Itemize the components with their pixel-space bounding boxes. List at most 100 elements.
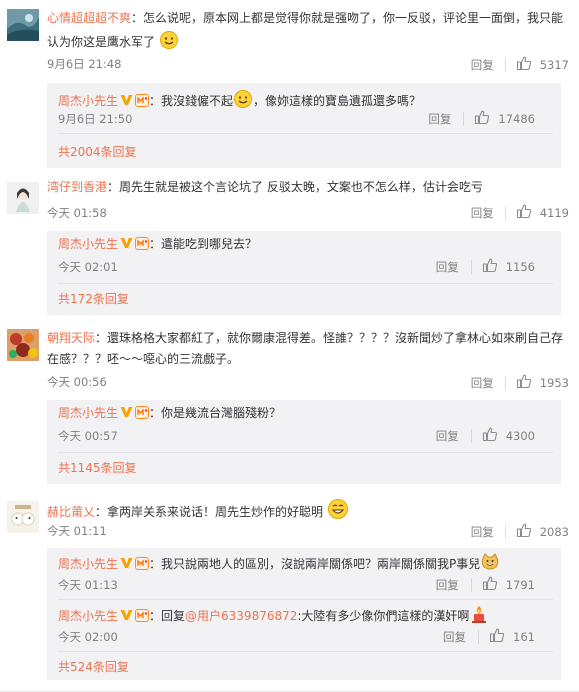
reply-button[interactable]: 回复 [471,205,494,221]
reply-time: 今天 00:57 [58,429,118,443]
divider [470,577,472,592]
grin-emoji-icon [327,498,349,525]
reply-box: 周杰小先生 ：你是幾流台灣腦殘粉？ 今天 00:57 回复 4300 共1145条… [47,400,561,484]
username-link[interactable]: 心情超超超不爽 [47,11,131,25]
mention-link[interactable]: @用户6339876872 [185,609,297,623]
reply-button[interactable]: 回复 [436,428,459,444]
like-count: 1953 [539,375,569,390]
more-replies-link[interactable]: 共524条回复 [58,658,129,675]
comment-text: 朝翔天际：還珠格格大家都紅了，就你爾康混得差。怪誰？？？？沒新聞炒了拿林心如來刷… [47,331,564,345]
like-count: 161 [513,629,535,644]
reply-time: 今天 02:00 [58,630,118,644]
reply-text: 周杰小先生 ：你是幾流台灣腦殘粉？ [58,406,282,420]
divider [504,205,506,220]
like-button[interactable]: 161 [489,627,535,646]
comment-actions: 回复 5317 [471,55,569,74]
reply-time: 今天 02:01 [58,260,118,274]
comment-actions: 回复 2083 [471,522,569,541]
comment-time: 今天 01:11 [47,524,107,538]
doge-emoji-icon [480,552,500,577]
smile-emoji-icon [159,30,179,55]
like-button[interactable]: 17486 [474,109,535,128]
divider [504,375,506,390]
comment-actions: 回复 4119 [471,203,569,222]
avatar[interactable] [7,329,39,361]
thumbs-up-icon [516,373,532,392]
member-badge-icon [135,94,150,107]
divider [504,524,506,539]
thumbs-up-icon [482,575,498,594]
username-link[interactable]: 周杰小先生 [58,609,118,623]
like-button[interactable]: 1791 [482,575,535,594]
divider [58,651,553,652]
comment-time: 今天 00:56 [47,375,107,389]
thumbs-up-icon [516,55,532,74]
thumbs-up-icon [482,257,498,276]
member-badge-icon [135,406,150,419]
divider [504,57,506,72]
avatar[interactable] [7,9,39,41]
verified-v-icon [120,93,133,105]
reply-button[interactable]: 回复 [436,577,459,593]
divider [58,133,553,134]
smile-emoji-icon [233,89,253,114]
comment-time: 9月6日 21:48 [47,57,122,71]
reply-time: 9月6日 21:50 [58,112,133,126]
divider [463,111,465,126]
username-link[interactable]: 朝翔天际 [47,331,95,345]
like-button[interactable]: 2083 [516,522,569,541]
reply-box: 周杰小先生 ：我沒錢僱不起 ，像妳這樣的寶島遺孤還多嗎？ 9月6日 21:50 回复… [47,83,561,168]
reply-text: 周杰小先生 ：我只說兩地人的區別，沒說兩岸關係吧？兩岸關係關我P事兒 [58,552,553,577]
comment-actions: 回复 1953 [471,373,569,392]
reply-actions: 回复 17486 [428,109,535,128]
like-button[interactable]: 4119 [516,203,569,222]
reply-actions: 回复 1791 [436,575,535,594]
reply-button[interactable]: 回复 [471,375,494,391]
reply-actions: 回复 1156 [436,257,535,276]
reply-button[interactable]: 回复 [471,524,494,540]
more-replies-link[interactable]: 共2004条回复 [58,143,137,160]
divider [470,428,472,443]
thumbs-up-icon [516,522,532,541]
reply-button[interactable]: 回复 [443,629,466,645]
member-badge-icon [135,237,150,250]
more-replies-link[interactable]: 共172条回复 [58,290,129,307]
like-count: 4119 [539,205,569,220]
like-count: 17486 [498,111,535,126]
reply-box: 周杰小先生 ：我只說兩地人的區別，沒說兩岸關係吧？兩岸關係關我P事兒 今天 01:… [47,548,561,680]
comment-text: 赫比莆乂：拿两岸关系来说话！周先生炒作的好聪明 [47,498,573,525]
username-link[interactable]: 周杰小先生 [58,94,118,108]
username-link[interactable]: 湾仔到香港 [47,180,107,194]
member-badge-icon [135,609,150,622]
reply-text: 周杰小先生 ：遣能吃到哪兒去？ [58,237,258,251]
divider [58,599,553,600]
like-count: 1156 [505,259,535,274]
like-count: 2083 [539,524,569,539]
comment-time: 今天 01:58 [47,206,107,220]
more-replies-link[interactable]: 共1145条回复 [58,459,137,476]
comment-text-line2: 在感？？？呸～～噁心的三流戲子。 [47,352,240,366]
reply-actions: 回复 161 [443,627,535,646]
username-link[interactable]: 周杰小先生 [58,557,118,571]
reply-button[interactable]: 回复 [471,57,494,73]
reply-button[interactable]: 回复 [436,259,459,275]
verified-v-icon [120,608,133,620]
like-count: 1791 [505,577,535,592]
divider [478,629,480,644]
avatar[interactable] [7,182,39,214]
divider [470,259,472,274]
username-link[interactable]: 赫比莆乂 [47,505,95,519]
reply-actions: 回复 4300 [436,426,535,445]
reply-text: 周杰小先生 ：回复@用户6339876872:大陸有多少像你們這樣的漢奸啊 [58,604,553,629]
like-button[interactable]: 1156 [482,257,535,276]
divider [58,452,553,453]
avatar[interactable] [7,501,39,533]
reply-button[interactable]: 回复 [428,111,451,127]
member-badge-icon [135,557,150,570]
like-button[interactable]: 4300 [482,426,535,445]
username-link[interactable]: 周杰小先生 [58,406,118,420]
like-button[interactable]: 5317 [516,55,569,74]
username-link[interactable]: 周杰小先生 [58,237,118,251]
like-button[interactable]: 1953 [516,373,569,392]
divider [58,283,553,284]
